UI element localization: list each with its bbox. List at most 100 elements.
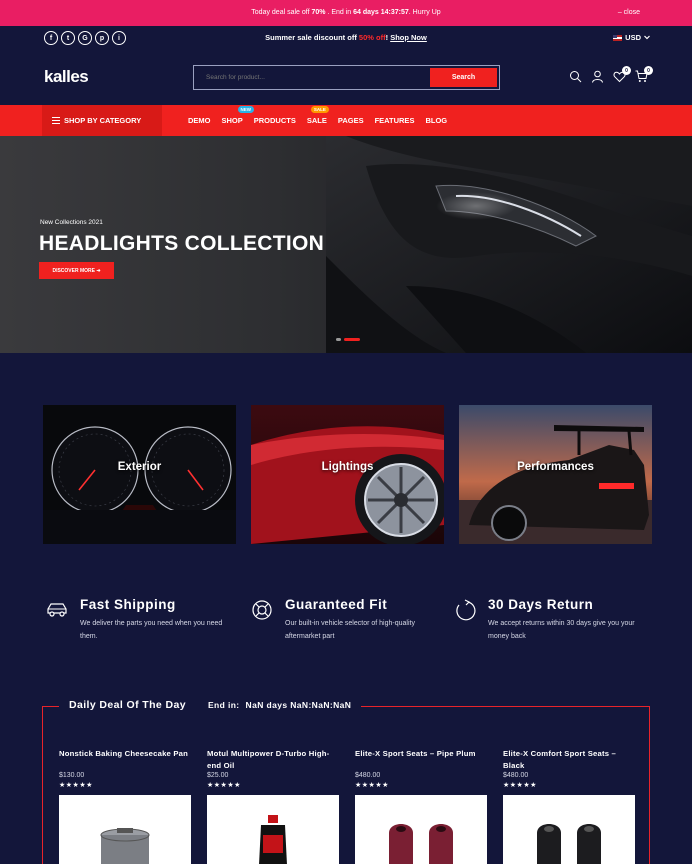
- currency-selector[interactable]: USD: [613, 33, 650, 42]
- return-icon: [456, 599, 476, 621]
- category-card-exterior[interactable]: Exterior: [43, 405, 236, 544]
- product-card[interactable]: Elite-X Comfort Sport Seats – Black $480…: [503, 748, 636, 864]
- wishlist-icon[interactable]: 0: [613, 66, 631, 83]
- announcement-message: Today deal sale off 70% . End in 64 days…: [0, 9, 692, 16]
- announcement-mid: . End in: [325, 9, 354, 16]
- nav-item-products[interactable]: PRODUCTS: [254, 116, 296, 125]
- hamburger-icon: [52, 117, 60, 124]
- wishlist-count-badge: 0: [622, 66, 631, 75]
- product-card[interactable]: Elite-X Sport Seats – Pipe Plum $480.00 …: [355, 748, 488, 864]
- nav-item-blog[interactable]: BLOG: [425, 116, 447, 125]
- user-icon[interactable]: [591, 70, 604, 83]
- slider-dot-1[interactable]: [336, 338, 341, 341]
- daily-deal-header: Daily Deal Of The Day End in: NaN days Na…: [59, 699, 362, 711]
- main-nav: SHOP BY CATEGORY DEMO SHOP NEW PRODUCTS S…: [0, 105, 692, 136]
- product-card[interactable]: Motul Multipower D-Turbo High-end Oil $2…: [207, 748, 340, 864]
- nav-label: PRODUCTS: [253, 116, 296, 125]
- feature-list: Fast Shipping We deliver the parts you n…: [46, 597, 656, 647]
- close-announcement-button[interactable]: – close: [618, 9, 640, 16]
- product-price: $480.00: [355, 772, 381, 779]
- nav-label: SALE: [306, 116, 327, 125]
- category-cards: Exterior Lightings Performances: [43, 405, 652, 544]
- dashboard-gauge-image: [43, 405, 236, 544]
- car-icon: [47, 603, 67, 617]
- black-seats-image: [503, 795, 635, 864]
- category-label-lightings: Lightings: [321, 461, 374, 473]
- announcement-percent: 70%: [311, 9, 326, 16]
- promo-prefix: Summer sale discount off: [265, 33, 359, 42]
- daily-deal-section: Daily Deal Of The Day End in: NaN days Na…: [42, 699, 650, 864]
- product-name[interactable]: Nonstick Baking Cheesecake Pan: [59, 748, 192, 771]
- product-price: $480.00: [503, 772, 529, 779]
- product-image[interactable]: [503, 795, 635, 864]
- promo-message: Summer sale discount off 50% off! Shop N…: [0, 33, 692, 42]
- search-form: Search: [193, 65, 500, 90]
- product-rating: ★★★★★: [355, 782, 389, 789]
- feature-desc: We accept returns within 30 days give yo…: [488, 620, 635, 640]
- product-price: $130.00: [59, 772, 85, 779]
- feature-desc: We deliver the parts you need when you n…: [80, 620, 223, 640]
- product-name[interactable]: Motul Multipower D-Turbo High-end Oil: [207, 748, 340, 771]
- red-car-wheel-image: [251, 405, 444, 544]
- product-image[interactable]: [59, 795, 191, 864]
- nav-label: SHOP: [221, 116, 243, 125]
- nav-label: PAGES: [337, 116, 364, 125]
- product-rating: ★★★★★: [503, 782, 537, 789]
- search-button[interactable]: Search: [430, 68, 497, 87]
- announcement-bar: Today deal sale off 70% . End in 64 days…: [0, 0, 692, 26]
- slider-dot-2[interactable]: [344, 338, 360, 341]
- product-price: $25.00: [207, 772, 229, 779]
- end-in-label: End in:: [207, 700, 240, 710]
- nav-menu: DEMO SHOP NEW PRODUCTS SALE SALE PAGES FEA…: [188, 106, 447, 125]
- sale-badge: SALE: [310, 106, 329, 113]
- product-name[interactable]: Elite-X Comfort Sport Seats – Black: [503, 748, 636, 771]
- nav-item-shop[interactable]: SHOP NEW: [221, 106, 254, 125]
- category-card-lightings[interactable]: Lightings: [251, 405, 444, 544]
- nav-item-features[interactable]: FEATURES: [375, 116, 415, 125]
- shop-now-link[interactable]: Shop Now: [390, 33, 427, 42]
- cart-icon[interactable]: 0: [635, 66, 653, 83]
- promo-percent: 50% off: [358, 33, 386, 42]
- category-label-performances: Performances: [517, 461, 594, 473]
- product-image[interactable]: [207, 795, 339, 864]
- us-flag-icon: [613, 34, 623, 41]
- currency-label: USD: [625, 33, 641, 42]
- discover-more-button[interactable]: DISCOVER MORE ➜: [39, 262, 114, 279]
- deal-product-list: Nonstick Baking Cheesecake Pan $130.00 ★…: [59, 748, 636, 864]
- hero-title: HEADLIGHTS COLLECTION: [39, 232, 325, 255]
- product-name[interactable]: Elite-X Sport Seats – Pipe Plum: [355, 748, 488, 771]
- product-rating: ★★★★★: [207, 782, 241, 789]
- product-card[interactable]: Nonstick Baking Cheesecake Pan $130.00 ★…: [59, 748, 192, 864]
- category-card-performances[interactable]: Performances: [459, 405, 652, 544]
- shop-by-category-button[interactable]: SHOP BY CATEGORY: [42, 105, 162, 136]
- nav-label: FEATURES: [374, 116, 415, 125]
- header-icons: 0 0: [569, 66, 653, 83]
- plum-seats-image: [355, 795, 487, 864]
- search-input[interactable]: [194, 66, 428, 89]
- new-badge: NEW: [237, 106, 254, 113]
- lifebuoy-icon: [252, 600, 272, 620]
- utility-bar: f t G p i Summer sale discount off 50% o…: [0, 26, 692, 51]
- chevron-down-icon: [644, 35, 650, 40]
- feature-title: Fast Shipping: [80, 597, 176, 612]
- nav-item-pages[interactable]: PAGES: [338, 116, 364, 125]
- site-header: kalles Search 0 0: [0, 51, 692, 105]
- feature-desc: Our built-in vehicle selector of high-qu…: [285, 620, 415, 640]
- search-icon[interactable]: [569, 70, 582, 83]
- sports-car-sunset-image: [459, 405, 652, 544]
- product-rating: ★★★★★: [59, 782, 93, 789]
- nav-item-demo[interactable]: DEMO: [188, 116, 211, 125]
- site-logo[interactable]: kalles: [44, 67, 89, 87]
- announcement-suffix: . Hurry Up: [408, 9, 441, 16]
- nav-item-sale[interactable]: SALE SALE: [306, 106, 329, 125]
- daily-deal-title: Daily Deal Of The Day: [69, 699, 186, 711]
- deal-countdown: NaN days NaN:NaN:NaN: [245, 700, 352, 710]
- nav-label: DEMO: [188, 116, 211, 125]
- feature-title: 30 Days Return: [488, 597, 594, 612]
- product-image[interactable]: [355, 795, 487, 864]
- car-headlight-image: [326, 136, 692, 353]
- announcement-prefix: Today deal sale off: [251, 9, 312, 16]
- category-label: SHOP BY CATEGORY: [64, 116, 142, 125]
- deal-end-in: End in: NaN days NaN:NaN:NaN: [208, 700, 351, 710]
- announcement-countdown: 64 days 14:37:57: [353, 9, 409, 16]
